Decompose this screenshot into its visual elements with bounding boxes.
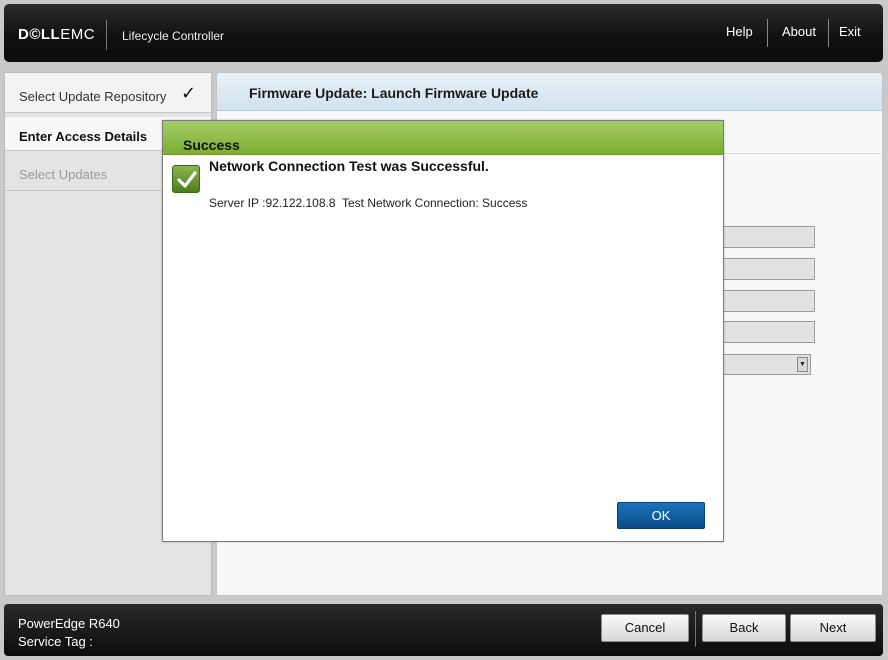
header-separator [828,19,829,47]
main-title-bar: Firmware Update: Launch Firmware Update [217,73,882,111]
checkmark-icon: ✓ [181,83,197,103]
help-link[interactable]: Help [726,24,753,39]
next-button[interactable]: Next [790,614,876,642]
divider [723,153,881,154]
dialog-header: Success [163,121,723,155]
access-field-1[interactable] [723,226,815,248]
success-check-icon [172,165,200,193]
dialog-message: Server IP :92.122.108.8 Test Network Con… [209,196,528,210]
top-header-bar: D©LLEMC Lifecycle Controller Help About … [4,4,883,62]
exit-link[interactable]: Exit [839,24,861,39]
step-label: Select Updates [19,167,108,182]
brand-divider [106,20,107,50]
app-name: Lifecycle Controller [122,29,225,43]
ok-button[interactable]: OK [617,502,705,529]
dell-emc-logo: D©LLEMC [18,26,96,43]
step-select-update-repository[interactable]: Select Update Repository ✓ [5,73,211,113]
access-field-2[interactable] [723,258,815,280]
header-separator [767,19,768,47]
access-field-3[interactable] [723,290,815,312]
page-title: Firmware Update: Launch Firmware Update [249,85,539,101]
back-button[interactable]: Back [702,614,786,642]
step-label: Enter Access Details [19,129,148,144]
access-dropdown[interactable]: ▼ [723,354,811,375]
access-field-4[interactable] [723,321,815,343]
service-tag: Service Tag : [18,634,93,649]
dialog-heading: Network Connection Test was Successful. [209,158,489,174]
dropdown-arrow-icon[interactable]: ▼ [797,357,808,372]
about-link[interactable]: About [782,24,816,39]
dialog-title: Success [183,137,240,153]
footer-bar: PowerEdge R640 Service Tag : Cancel Back… [4,604,883,656]
server-model: PowerEdge R640 [18,616,120,631]
cancel-button[interactable]: Cancel [601,614,689,642]
success-dialog: Success Network Connection Test was Succ… [162,120,724,542]
step-label: Select Update Repository [19,89,167,104]
footer-separator [695,611,696,647]
